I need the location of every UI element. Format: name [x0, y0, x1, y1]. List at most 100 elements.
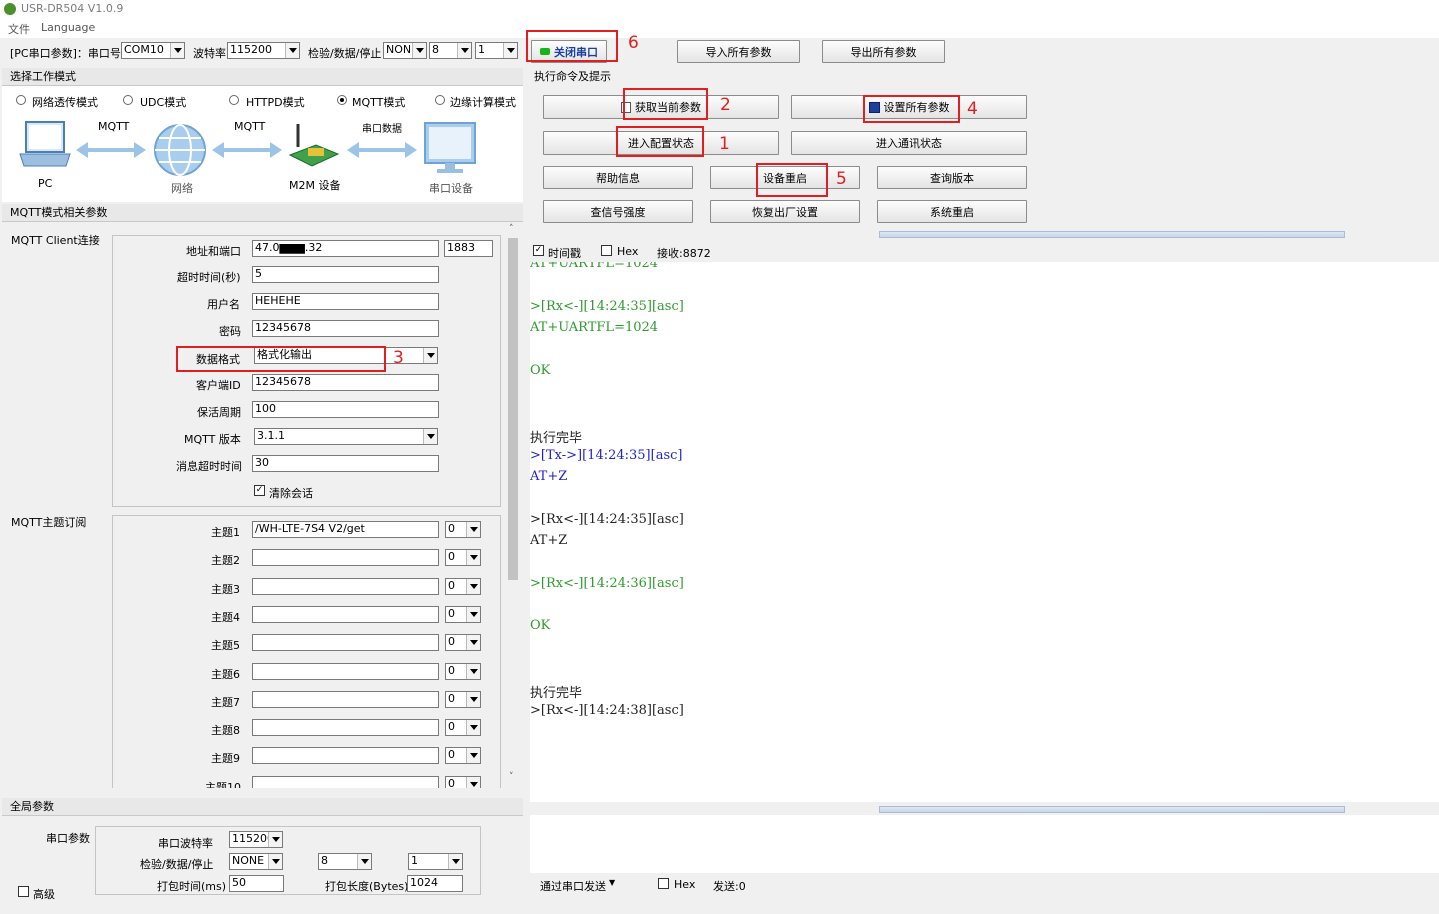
- global-section-header: 全局参数: [2, 798, 523, 816]
- send-via-chevron-icon[interactable]: ▼: [609, 878, 615, 887]
- topic-input[interactable]: [252, 776, 439, 788]
- global-stopbits-select[interactable]: 1: [408, 853, 463, 870]
- addr-label: 地址和端口: [186, 245, 241, 258]
- topic-label: 主题9: [211, 752, 240, 765]
- log-line: AT+UARTFL=1024: [530, 320, 659, 335]
- msg-timeout-input[interactable]: 30: [252, 455, 439, 472]
- annotation-box-2: [623, 88, 708, 120]
- system-restart-button[interactable]: 系统重启: [877, 200, 1027, 223]
- parity-select[interactable]: NONI: [383, 42, 427, 59]
- diagram-arrow-3: [347, 142, 417, 158]
- advanced-checkbox[interactable]: [18, 886, 29, 897]
- topic-qos-select[interactable]: 0: [445, 521, 481, 538]
- topic-input[interactable]: /WH-LTE-7S4 V2/get: [252, 521, 439, 538]
- topic-input[interactable]: [252, 578, 439, 595]
- topic-qos-select[interactable]: 0: [445, 606, 481, 623]
- topic-label: 主题2: [211, 554, 240, 567]
- mqtt-scrollbar[interactable]: ˄ ˅: [506, 222, 521, 788]
- import-all-button[interactable]: 导入所有参数: [677, 40, 800, 63]
- topic-input[interactable]: [252, 634, 439, 651]
- topic-qos-select[interactable]: 0: [445, 719, 481, 736]
- mode-radio-net[interactable]: [16, 95, 26, 105]
- global-baud-label: 串口波特率: [158, 837, 213, 850]
- serial-device-monitor-icon: [424, 122, 476, 173]
- pack-time-input[interactable]: 50: [229, 875, 284, 892]
- help-button[interactable]: 帮助信息: [543, 166, 693, 189]
- annotation-number-2: 2: [720, 95, 731, 115]
- topic-qos-select[interactable]: 0: [445, 549, 481, 566]
- menu-language[interactable]: Language: [41, 21, 95, 34]
- databits-select[interactable]: 8: [429, 42, 472, 59]
- mode-radio-udc[interactable]: [123, 95, 133, 105]
- topic-input[interactable]: [252, 719, 439, 736]
- pwd-label: 密码: [219, 325, 241, 338]
- msg-timeout-label: 消息超时时间: [176, 460, 242, 473]
- pc-serial-label: [PC串口参数]：串口号: [10, 47, 121, 60]
- mode-radio-httpd[interactable]: [229, 95, 239, 105]
- topic-qos-select[interactable]: 0: [445, 747, 481, 764]
- client-id-input[interactable]: 12345678: [252, 374, 439, 391]
- annotation-box-5: [756, 163, 828, 197]
- port-input[interactable]: 1883: [444, 240, 493, 257]
- keepalive-input[interactable]: 100: [252, 401, 439, 418]
- topic-label: 主题5: [211, 639, 240, 652]
- topic-qos-select[interactable]: 0: [445, 776, 481, 788]
- mqtt-scroll-area: MQTT Client连接 地址和端口 47.0▆▆▆.32 1883 超时时间…: [2, 222, 505, 788]
- baud-select[interactable]: 115200: [227, 42, 300, 59]
- mode-radio-mqtt[interactable]: [337, 95, 347, 105]
- diagram-serial-device-label: 串口设备: [429, 182, 473, 195]
- port-select[interactable]: COM10: [121, 42, 185, 59]
- upper-splitter[interactable]: [879, 231, 1345, 238]
- annotation-number-3: 3: [393, 348, 404, 368]
- m2m-device-icon: [288, 124, 340, 167]
- log-line: >[Rx<-][14:24:36][asc]: [530, 576, 684, 591]
- mode-radio-edge[interactable]: [435, 95, 445, 105]
- topic-input[interactable]: [252, 606, 439, 623]
- send-hex-checkbox[interactable]: [658, 878, 669, 889]
- diagram-serial-data-label: 串口数据: [362, 124, 402, 135]
- clean-session-label: 清除会话: [269, 487, 313, 500]
- enter-comm-button[interactable]: 进入通讯状态: [791, 131, 1027, 155]
- topic-qos-select[interactable]: 0: [445, 634, 481, 651]
- annotation-number-4: 4: [967, 99, 978, 119]
- scrollbar-thumb[interactable]: [508, 238, 518, 580]
- send-input-area[interactable]: [530, 815, 1439, 873]
- topic-qos-select[interactable]: 0: [445, 663, 481, 680]
- recv-count: 接收:8872: [657, 247, 711, 260]
- stopbits-select[interactable]: 1: [475, 42, 518, 59]
- global-baud-select[interactable]: 115200: [229, 831, 283, 848]
- topic-input[interactable]: [252, 549, 439, 566]
- pack-len-input[interactable]: 1024: [407, 875, 463, 892]
- global-parity-select[interactable]: NONE: [229, 853, 283, 870]
- global-databits-select[interactable]: 8: [318, 853, 372, 870]
- version-select[interactable]: 3.1.1: [254, 428, 438, 445]
- diagram-mqtt-label-1: MQTT: [98, 120, 130, 133]
- lower-splitter[interactable]: [879, 806, 1345, 813]
- query-version-button[interactable]: 查询版本: [877, 166, 1027, 189]
- export-all-button[interactable]: 导出所有参数: [822, 40, 945, 63]
- diagram-arrow-2: [212, 142, 282, 158]
- topic-input[interactable]: [252, 747, 439, 764]
- log-hex-checkbox[interactable]: [601, 245, 612, 256]
- topic-input[interactable]: [252, 663, 439, 680]
- addr-input[interactable]: 47.0▆▆▆.32: [252, 240, 439, 257]
- signal-strength-button[interactable]: 查信号强度: [543, 200, 693, 223]
- mode-option-udc: UDC模式: [140, 96, 187, 109]
- mode-option-httpd: HTTPD模式: [246, 96, 305, 109]
- topic-qos-select[interactable]: 0: [445, 578, 481, 595]
- timestamp-checkbox[interactable]: ✓: [533, 245, 544, 256]
- topic-input[interactable]: [252, 691, 439, 708]
- factory-reset-button[interactable]: 恢复出厂设置: [710, 200, 860, 223]
- timeout-input[interactable]: 5: [252, 266, 439, 283]
- receive-log[interactable]: AT+UARTFL=1024 >[Rx<-][14:24:35][asc] AT+U…: [530, 262, 1439, 802]
- log-line: >[Rx<-][14:24:35][asc]: [530, 512, 684, 527]
- user-input[interactable]: HEHEHE: [252, 293, 439, 310]
- menu-file[interactable]: 文件: [8, 21, 30, 37]
- pwd-input[interactable]: 12345678: [252, 320, 439, 337]
- diagram-mqtt-label-2: MQTT: [234, 120, 266, 133]
- topic-label: 主题10: [205, 781, 241, 788]
- topic-qos-select[interactable]: 0: [445, 691, 481, 708]
- send-via-dropdown[interactable]: 通过串口发送: [540, 878, 606, 894]
- diagram-network-label: 网络: [171, 182, 193, 195]
- clean-session-checkbox[interactable]: ✓: [254, 485, 265, 496]
